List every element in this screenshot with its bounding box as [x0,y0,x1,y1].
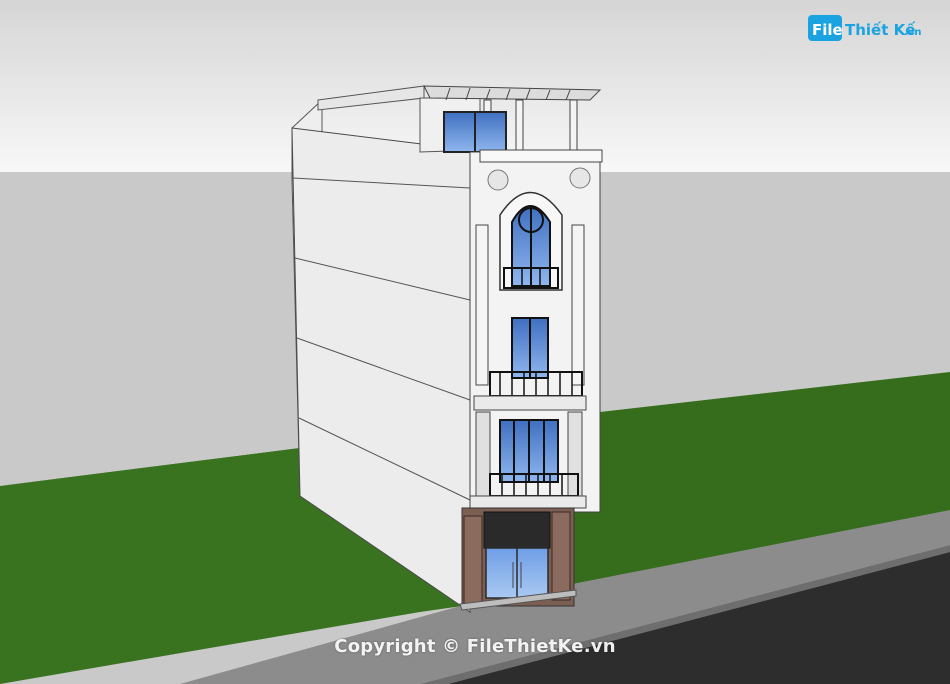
ornament-right [569,167,591,189]
pilaster-left-1 [475,411,491,497]
entrance-transom [483,511,551,549]
logo-file-text: File [812,21,843,39]
ledge-1 [469,495,587,509]
ledge-2 [473,395,587,411]
logo: File Thiết Kế .vn [808,12,928,46]
copyright-watermark: Copyright © FileThietKe.vn [334,636,616,657]
column-right [571,224,585,386]
building-render-scene [0,0,950,684]
logo-tld-text: .vn [904,27,921,38]
pilaster-right-1 [567,411,583,497]
cornice [479,149,603,163]
pergola-column-3 [569,99,578,151]
stone-pillar-right [551,511,571,601]
stone-pillar-left [463,515,483,605]
column-left [475,224,489,386]
ornament-left [487,169,509,191]
pergola-column-2 [515,99,524,151]
